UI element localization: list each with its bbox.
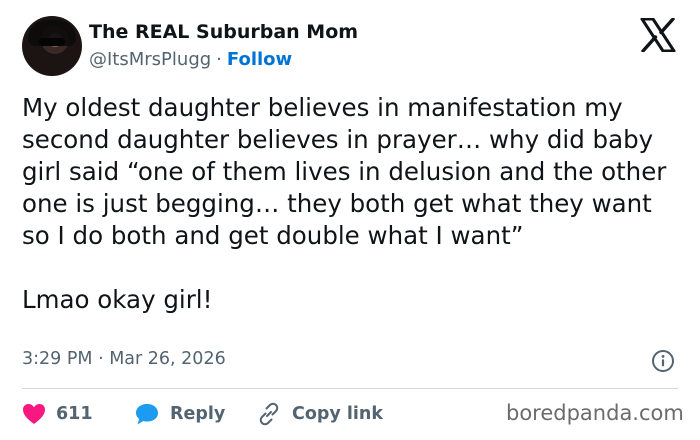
tweet-paragraph-2: Lmao okay girl! bbox=[22, 285, 213, 314]
divider bbox=[22, 388, 678, 389]
tweet-body: My oldest daughter believes in manifesta… bbox=[22, 92, 682, 316]
reply-bubble-icon bbox=[136, 404, 158, 425]
handle-separator: · bbox=[216, 49, 222, 70]
display-name[interactable]: The REAL Suburban Mom bbox=[89, 21, 358, 43]
avatar[interactable] bbox=[22, 16, 82, 76]
info-icon[interactable] bbox=[651, 349, 675, 373]
user-handle[interactable]: @ItsMrsPlugg bbox=[89, 49, 211, 70]
like-button[interactable]: 611 bbox=[22, 400, 93, 428]
reply-button[interactable]: Reply bbox=[134, 400, 225, 428]
heart-icon bbox=[23, 404, 45, 424]
link-icon bbox=[259, 402, 279, 426]
tweet-paragraph-1: My oldest daughter believes in manifesta… bbox=[22, 93, 667, 250]
reply-label: Reply bbox=[170, 404, 226, 424]
follow-button[interactable]: Follow bbox=[227, 49, 292, 70]
copy-link-label: Copy link bbox=[292, 404, 383, 424]
avatar-sunglasses bbox=[39, 38, 65, 46]
tweet-timestamp[interactable]: 3:29 PM · Mar 26, 2026 bbox=[22, 349, 226, 369]
watermark: boredpanda.com bbox=[506, 401, 684, 425]
handle-row: @ItsMrsPlugg · Follow bbox=[89, 49, 292, 70]
x-logo-icon[interactable] bbox=[640, 18, 676, 52]
like-count: 611 bbox=[56, 404, 93, 424]
copy-link-button[interactable]: Copy link bbox=[256, 400, 383, 428]
